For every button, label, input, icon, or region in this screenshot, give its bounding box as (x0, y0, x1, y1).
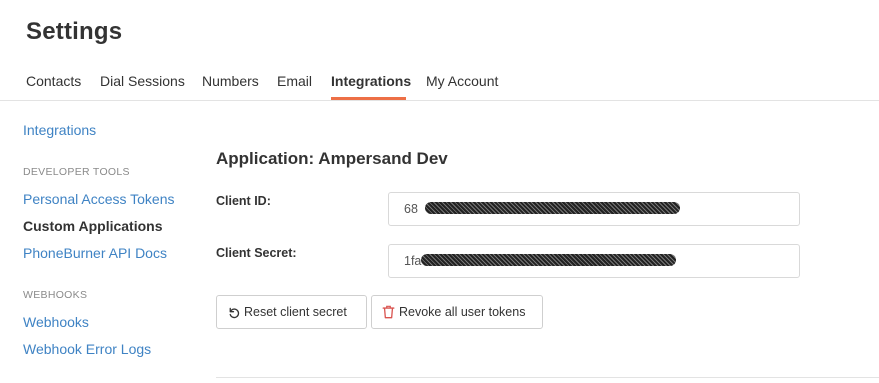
client-id-label: Client ID: (216, 194, 271, 208)
sidebar-item-integrations[interactable]: Integrations (23, 122, 96, 138)
sidebar-heading-webhooks: WEBHOOKS (23, 289, 88, 301)
client-id-value: 68 (404, 202, 418, 216)
sidebar-item-phoneburner-api-docs[interactable]: PhoneBurner API Docs (23, 245, 167, 261)
trash-icon (382, 305, 395, 319)
revoke-all-user-tokens-button[interactable]: Revoke all user tokens (371, 295, 543, 329)
client-secret-field[interactable]: 1fa (388, 244, 800, 278)
reset-client-secret-button[interactable]: Reset client secret (216, 295, 367, 329)
sidebar-heading-developer-tools: DEVELOPER TOOLS (23, 166, 130, 178)
undo-icon (229, 307, 240, 318)
sidebar-item-personal-access-tokens[interactable]: Personal Access Tokens (23, 191, 175, 207)
tab-email[interactable]: Email (277, 73, 312, 89)
application-title: Application: Ampersand Dev (216, 149, 448, 168)
page-title: Settings (26, 18, 123, 45)
sidebar-item-custom-applications[interactable]: Custom Applications (23, 218, 163, 234)
revoke-all-user-tokens-label: Revoke all user tokens (399, 305, 526, 319)
tab-my-account[interactable]: My Account (426, 73, 498, 89)
client-secret-value: 1fa (404, 254, 422, 268)
tab-dial-sessions[interactable]: Dial Sessions (100, 73, 185, 89)
tab-numbers[interactable]: Numbers (202, 73, 259, 89)
client-secret-label: Client Secret: (216, 246, 297, 260)
client-id-redaction (425, 202, 680, 214)
sidebar-item-webhook-error-logs[interactable]: Webhook Error Logs (23, 341, 151, 357)
settings-tabs: Contacts Dial Sessions Numbers Email Int… (0, 60, 879, 101)
tab-integrations[interactable]: Integrations (331, 73, 411, 89)
reset-client-secret-label: Reset client secret (244, 305, 347, 319)
client-id-field[interactable]: 68 (388, 192, 800, 226)
active-tab-indicator (331, 97, 406, 100)
client-secret-redaction (421, 254, 676, 266)
tab-contacts[interactable]: Contacts (26, 73, 81, 89)
section-divider (216, 377, 879, 378)
sidebar-item-webhooks[interactable]: Webhooks (23, 314, 89, 330)
